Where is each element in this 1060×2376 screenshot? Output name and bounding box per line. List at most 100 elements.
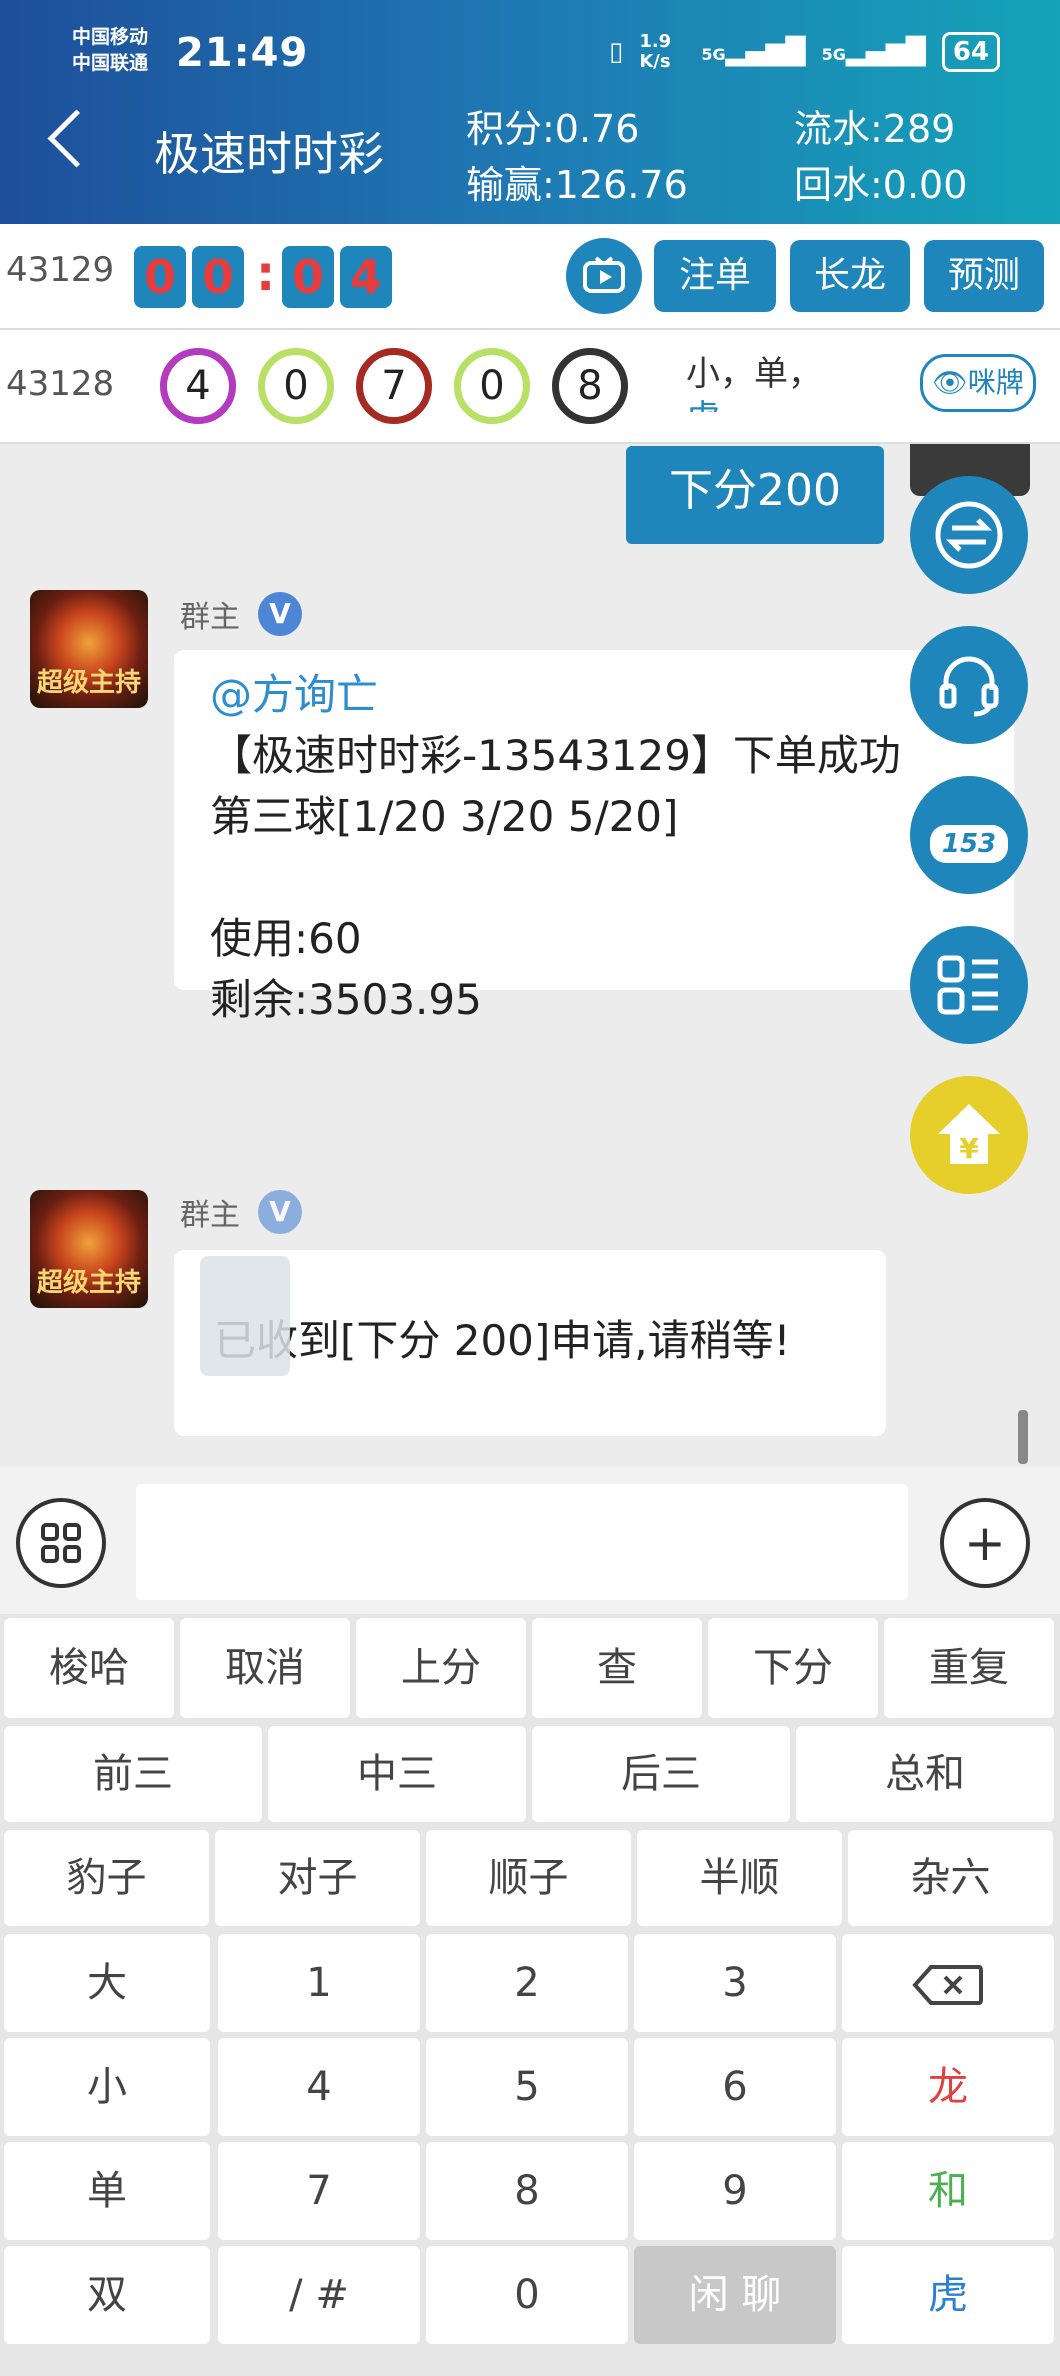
key-quick-action[interactable]: 取消 xyxy=(180,1618,350,1718)
key-pattern[interactable]: 顺子 xyxy=(426,1830,631,1926)
result-ball: 4 xyxy=(160,348,236,424)
badge-153: 153 xyxy=(929,825,1009,863)
key-dragon-tiger[interactable]: 和 xyxy=(842,2142,1054,2240)
key-quick-action[interactable]: 查 xyxy=(532,1618,702,1718)
153-icon[interactable]: 153 xyxy=(910,776,1028,894)
key-position[interactable]: 前三 xyxy=(4,1726,262,1822)
avatar-caption: 超级主持 xyxy=(36,668,141,698)
chat-scrollbar[interactable] xyxy=(1018,1410,1028,1464)
last-result-row: 43128 40708 小，单， 虎 👁咪牌 xyxy=(0,330,1060,444)
key-dragon-tiger[interactable]: 龙 xyxy=(842,2038,1054,2136)
key-digit[interactable]: 9 xyxy=(634,2142,836,2240)
net-type-2: 5G xyxy=(821,45,846,64)
live-video-icon[interactable] xyxy=(566,238,642,314)
key-digit[interactable]: 6 xyxy=(634,2038,836,2136)
app-header: 中国移动 中国联通 21:49 ▯ 1.9 K/s 5G▂▄▆█ 5G▂▄▆█ … xyxy=(0,0,1060,224)
result-ball: 0 xyxy=(454,348,530,424)
countdown-digit: 4 xyxy=(340,246,392,308)
key-digit[interactable]: 0 xyxy=(426,2246,628,2344)
signal-icon-2: 5G▂▄▆█ xyxy=(821,37,926,67)
result-summary: 小，单， 虎 xyxy=(686,352,856,412)
headset-icon[interactable] xyxy=(910,626,1028,744)
peek-card-button[interactable]: 👁咪牌 xyxy=(920,354,1036,412)
mention-text: @方询亡 xyxy=(210,670,379,719)
tv-icon xyxy=(583,256,625,293)
current-period-row: 43129 0 0 : 0 4 注单 长龙 预测 xyxy=(0,224,1060,330)
key-quick-action[interactable]: 下分 xyxy=(708,1618,878,1718)
message-line: 【极速时时彩-13543129】下单成功 xyxy=(210,731,901,780)
key-chat[interactable]: 闲 聊 xyxy=(634,2246,836,2344)
eye-icon: 👁 xyxy=(932,366,968,399)
message-line: 使用:60 xyxy=(210,914,362,963)
result-summary-line: 小，单， xyxy=(686,354,822,394)
menu-list-icon[interactable] xyxy=(910,926,1028,1044)
message-line: 剩余:3503.95 xyxy=(210,975,482,1024)
exchange-icon[interactable] xyxy=(910,476,1028,594)
key-digit[interactable]: 8 xyxy=(426,2142,628,2240)
message-line xyxy=(210,847,978,908)
key-digit[interactable]: 7 xyxy=(218,2142,420,2240)
message-input[interactable] xyxy=(136,1484,908,1600)
key-quick-action[interactable]: 上分 xyxy=(356,1618,526,1718)
result-summary-line: 虎 xyxy=(686,396,856,412)
support-glyph-icon xyxy=(939,656,999,717)
battery-indicator: 64 xyxy=(941,32,1000,72)
chat-area[interactable]: 下分200 超级主持 群主 V @方询亡 【极速时时彩-13543129】下单成… xyxy=(0,444,1060,1466)
blur-mask xyxy=(200,1256,290,1376)
key-position[interactable]: 后三 xyxy=(532,1726,790,1822)
key-position[interactable]: 中三 xyxy=(268,1726,526,1822)
svg-text:¥: ¥ xyxy=(959,1132,979,1165)
plus-icon[interactable]: + xyxy=(940,1498,1030,1588)
bet-list-button[interactable]: 注单 xyxy=(654,240,776,312)
key-quick-action[interactable]: 梭哈 xyxy=(4,1618,174,1718)
rebate-stat: 回水:0.00 xyxy=(794,163,968,207)
key-digit[interactable]: 5 xyxy=(426,2038,628,2136)
key-pattern[interactable]: 对子 xyxy=(215,1830,420,1926)
message-bubble[interactable]: @方询亡 【极速时时彩-13543129】下单成功 第三球[1/20 3/20 … xyxy=(174,650,1014,1024)
key-position[interactable]: 总和 xyxy=(796,1726,1054,1822)
key-digit[interactable]: 3 xyxy=(634,1934,836,2032)
avatar-caption: 超级主持 xyxy=(36,1268,141,1298)
grid-glyph-icon xyxy=(41,1523,81,1563)
back-arrow-icon[interactable] xyxy=(47,109,106,168)
yuan-home-icon[interactable]: ¥ xyxy=(910,1076,1028,1194)
countdown-digit: 0 xyxy=(282,246,334,308)
key-size-parity[interactable]: 单 xyxy=(4,2142,210,2240)
exchange-glyph-icon xyxy=(935,501,1003,569)
carrier-info: 中国移动 中国联通 xyxy=(72,24,148,76)
admin-avatar[interactable]: 超级主持 xyxy=(30,1190,148,1308)
key-digit[interactable]: 1 xyxy=(218,1934,420,2032)
message-text: 已收到[下分 200]申请,请稍等! xyxy=(214,1316,791,1365)
long-dragon-button[interactable]: 长龙 xyxy=(790,240,910,312)
page-title: 极速时时彩 xyxy=(154,127,384,181)
result-ball: 8 xyxy=(552,348,628,424)
key-size-parity[interactable]: 双 xyxy=(4,2246,210,2344)
verified-badge-icon: V xyxy=(258,592,302,636)
key-pattern[interactable]: 半顺 xyxy=(637,1830,842,1926)
sender-name: 群主 xyxy=(180,600,240,635)
key-digit[interactable]: 4 xyxy=(218,2038,420,2136)
keyboard-toggle-icon[interactable] xyxy=(16,1498,106,1588)
verified-badge-icon: V xyxy=(258,1190,302,1234)
admin-avatar[interactable]: 超级主持 xyxy=(30,590,148,708)
countdown-digit: 0 xyxy=(192,246,244,308)
key-digit[interactable]: / # xyxy=(218,2246,420,2344)
key-digit[interactable]: 2 xyxy=(426,1934,628,2032)
key-pattern[interactable]: 杂六 xyxy=(848,1830,1053,1926)
predict-button[interactable]: 预测 xyxy=(924,240,1044,312)
peek-label: 咪牌 xyxy=(967,366,1024,399)
winloss-stat: 输赢:126.76 xyxy=(466,163,688,207)
deposit-glyph-icon: ¥ xyxy=(938,1104,1000,1165)
key-dragon-tiger[interactable]: 虎 xyxy=(842,2246,1054,2344)
countdown-colon: : xyxy=(256,246,276,302)
my-message-bubble: 下分200 xyxy=(626,446,884,544)
backspace-icon[interactable] xyxy=(842,1934,1054,2032)
message-line: 第三球[1/20 3/20 5/20] xyxy=(210,792,679,841)
carrier-1: 中国移动 xyxy=(72,26,149,48)
key-quick-action[interactable]: 重复 xyxy=(884,1618,1054,1718)
key-pattern[interactable]: 豹子 xyxy=(4,1830,209,1926)
carrier-2: 中国联通 xyxy=(72,52,149,74)
key-size-parity[interactable]: 大 xyxy=(4,1934,210,2032)
key-size-parity[interactable]: 小 xyxy=(4,2038,210,2136)
net-type-1: 5G xyxy=(701,45,726,64)
